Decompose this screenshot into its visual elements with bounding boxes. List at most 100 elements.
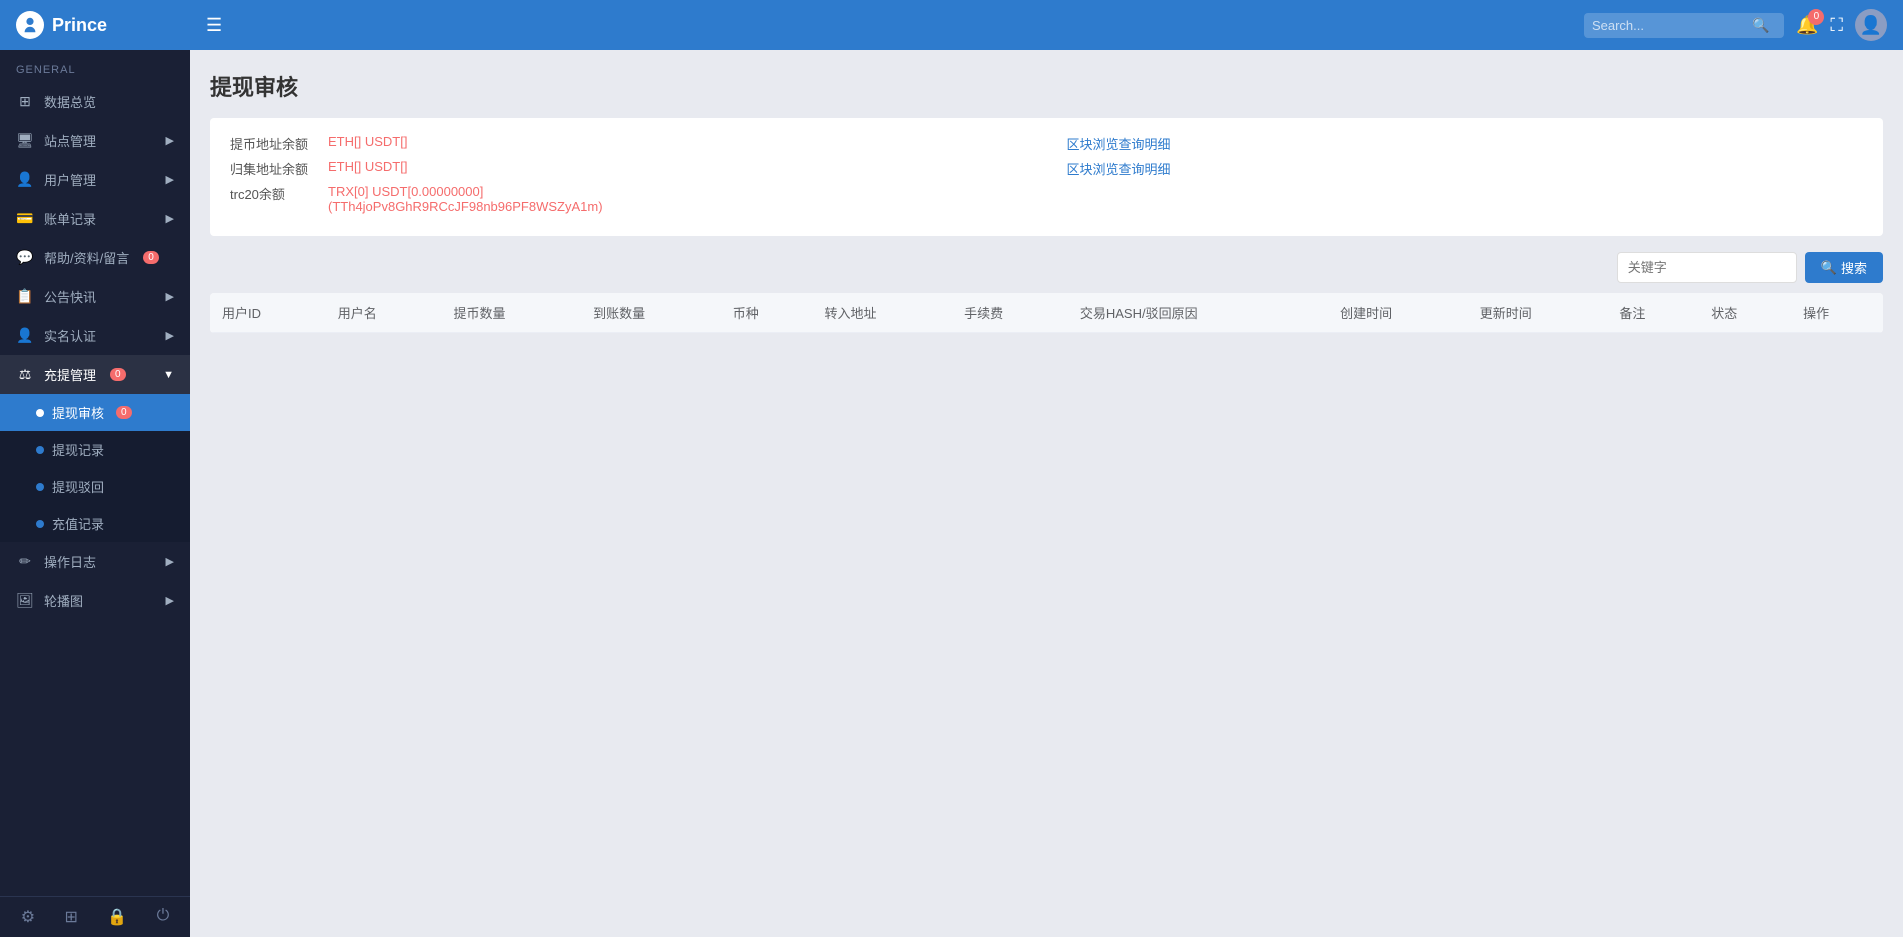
sidebar-item-carousel[interactable]: 🖼 轮播图 ▶ — [0, 581, 190, 620]
search-input[interactable] — [1592, 18, 1752, 33]
table-head: 用户ID 用户名 提币数量 到账数量 币种 转入地址 手续费 交易HASH/驳回… — [210, 293, 1883, 333]
bell-badge: 0 — [1808, 9, 1824, 25]
sidebar-item-announcement[interactable]: 📋 公告快讯 ▶ — [0, 277, 190, 316]
main-layout: GENERAL ⊞ 数据总览 🖥 站点管理 ▶ 👤 用户管理 ▶ 💳 账单记录 … — [0, 50, 1903, 937]
submenu-withdraw-audit[interactable]: 提现审核 0 — [0, 394, 190, 431]
col-withdraw-amount: 提币数量 — [441, 293, 581, 333]
submenu-label-recharge: 充值记录 — [52, 514, 104, 533]
sidebar: GENERAL ⊞ 数据总览 🖥 站点管理 ▶ 👤 用户管理 ▶ 💳 账单记录 … — [0, 50, 190, 937]
app-name: Prince — [52, 15, 107, 36]
sidebar-general-label: GENERAL — [0, 50, 190, 82]
search-icon[interactable]: 🔍 — [1752, 17, 1769, 34]
submenu-label-withdraw-audit: 提现审核 — [52, 403, 104, 422]
submenu-dot-2 — [36, 446, 44, 454]
announcement-icon: 📋 — [16, 288, 34, 305]
help-icon: 💬 — [16, 249, 34, 266]
chevron-down-icon: ▼ — [163, 369, 174, 381]
logo-icon — [16, 11, 44, 39]
sidebar-item-operation-log[interactable]: ✏ 操作日志 ▶ — [0, 542, 190, 581]
sidebar-label-carousel: 轮播图 — [44, 591, 83, 610]
sidebar-label-log: 操作日志 — [44, 552, 96, 571]
col-action: 操作 — [1791, 293, 1883, 333]
sidebar-item-kyc[interactable]: 👤 实名认证 ▶ — [0, 316, 190, 355]
help-badge: 0 — [143, 251, 159, 264]
table-wrapper: 用户ID 用户名 提币数量 到账数量 币种 转入地址 手续费 交易HASH/驳回… — [210, 293, 1883, 333]
search-submit-icon: 🔍 — [1821, 260, 1837, 276]
chevron-right-icon2: ▶ — [166, 173, 174, 186]
col-updated-time: 更新时间 — [1468, 293, 1608, 333]
table-header-row: 用户ID 用户名 提币数量 到账数量 币种 转入地址 手续费 交易HASH/驳回… — [210, 293, 1883, 333]
sidebar-label-help: 帮助/资料/留言 — [44, 248, 129, 267]
submenu-dot-1 — [36, 409, 44, 417]
submenu-label-withdraw-query: 提现驳回 — [52, 477, 104, 496]
col-user-id: 用户ID — [210, 293, 326, 333]
col-remark: 备注 — [1607, 293, 1699, 333]
kyc-icon: 👤 — [16, 327, 34, 344]
sidebar-label-deposit: 充提管理 — [44, 365, 96, 384]
settings-icon[interactable]: ⚙ — [21, 907, 35, 927]
sidebar-item-site-manage[interactable]: 🖥 站点管理 ▶ — [0, 121, 190, 160]
data-table: 用户ID 用户名 提币数量 到账数量 币种 转入地址 手续费 交易HASH/驳回… — [210, 293, 1883, 333]
collect-address-label: 归集地址余额 — [230, 159, 320, 178]
withdraw-address-value: ETH[] USDT[] — [328, 134, 407, 149]
top-header: Prince ☰ 🔍 🔔 0 ⛶ 👤 — [0, 0, 1903, 50]
dashboard-icon: ⊞ — [16, 93, 34, 110]
blockchain-link-2[interactable]: 区块浏览查询明细 — [1067, 159, 1171, 178]
sidebar-item-account-record[interactable]: 💳 账单记录 ▶ — [0, 199, 190, 238]
chevron-right-icon4: ▶ — [166, 290, 174, 303]
header-right: 🔍 🔔 0 ⛶ 👤 — [1584, 9, 1887, 41]
info-col-left: 提币地址余额 ETH[] USDT[] 归集地址余额 ETH[] USDT[] … — [230, 134, 1027, 220]
submenu-withdraw-query[interactable]: 提现驳回 — [0, 468, 190, 505]
col-currency: 币种 — [721, 293, 813, 333]
sidebar-label-announcement: 公告快讯 — [44, 287, 96, 306]
sidebar-item-dashboard[interactable]: ⊞ 数据总览 — [0, 82, 190, 121]
sidebar-item-help[interactable]: 💬 帮助/资料/留言 0 — [0, 238, 190, 277]
search-submit-button[interactable]: 🔍 搜索 — [1805, 252, 1883, 283]
table-search-bar: 🔍 搜索 — [210, 252, 1883, 283]
col-status: 状态 — [1699, 293, 1791, 333]
submenu-dot-4 — [36, 520, 44, 528]
withdraw-audit-badge: 0 — [116, 406, 132, 419]
trc20-label: trc20余额 — [230, 184, 320, 203]
trc20-value: TRX[0] USDT[0.00000000] (TTh4joPv8GhR9RC… — [328, 184, 603, 214]
collect-address-value: ETH[] USDT[] — [328, 159, 407, 174]
submenu-label-withdraw-record: 提现记录 — [52, 440, 104, 459]
search-box: 🔍 — [1584, 13, 1784, 38]
user-avatar[interactable]: 👤 — [1855, 9, 1887, 41]
chevron-right-icon7: ▶ — [166, 594, 174, 607]
fullscreen-icon[interactable]: ⛶ — [1830, 15, 1843, 36]
col-username: 用户名 — [326, 293, 442, 333]
sidebar-label-account: 账单记录 — [44, 209, 96, 228]
power-icon[interactable]: ⏻ — [157, 907, 170, 927]
account-icon: 💳 — [16, 210, 34, 227]
info-row-collect: 归集地址余额 ETH[] USDT[] — [230, 159, 1027, 178]
keyword-input[interactable] — [1617, 252, 1797, 283]
grid-icon[interactable]: ⊞ — [64, 907, 77, 927]
blockchain-link-1[interactable]: 区块浏览查询明细 — [1067, 134, 1171, 153]
sidebar-label-kyc: 实名认证 — [44, 326, 96, 345]
info-row-link1: 区块浏览查询明细 — [1067, 134, 1864, 153]
carousel-icon: 🖼 — [16, 592, 34, 609]
info-row-withdraw: 提币地址余额 ETH[] USDT[] — [230, 134, 1027, 153]
col-tx-hash: 交易HASH/驳回原因 — [1068, 293, 1328, 333]
submenu-withdraw-record[interactable]: 提现记录 — [0, 431, 190, 468]
lock-icon[interactable]: 🔒 — [107, 907, 127, 927]
scale-icon: ⚖ — [16, 366, 34, 383]
log-icon: ✏ — [16, 553, 34, 570]
submenu-dot-3 — [36, 483, 44, 491]
sidebar-label-site: 站点管理 — [44, 131, 96, 150]
submenu-recharge-record[interactable]: 充值记录 — [0, 505, 190, 542]
menu-toggle-icon[interactable]: ☰ — [206, 15, 222, 36]
notification-bell[interactable]: 🔔 0 — [1796, 15, 1818, 36]
info-row-link2: 区块浏览查询明细 — [1067, 159, 1864, 178]
search-submit-label: 搜索 — [1841, 258, 1867, 277]
sidebar-item-user-manage[interactable]: 👤 用户管理 ▶ — [0, 160, 190, 199]
sidebar-item-deposit-manage[interactable]: ⚖ 充提管理 0 ▼ — [0, 355, 190, 394]
chevron-right-icon5: ▶ — [166, 329, 174, 342]
sidebar-label-dashboard: 数据总览 — [44, 92, 96, 111]
info-columns: 提币地址余额 ETH[] USDT[] 归集地址余额 ETH[] USDT[] … — [230, 134, 1863, 220]
user-icon: 👤 — [16, 171, 34, 188]
page-title: 提现审核 — [210, 70, 1883, 102]
col-fee: 手续费 — [952, 293, 1068, 333]
chevron-right-icon6: ▶ — [166, 555, 174, 568]
